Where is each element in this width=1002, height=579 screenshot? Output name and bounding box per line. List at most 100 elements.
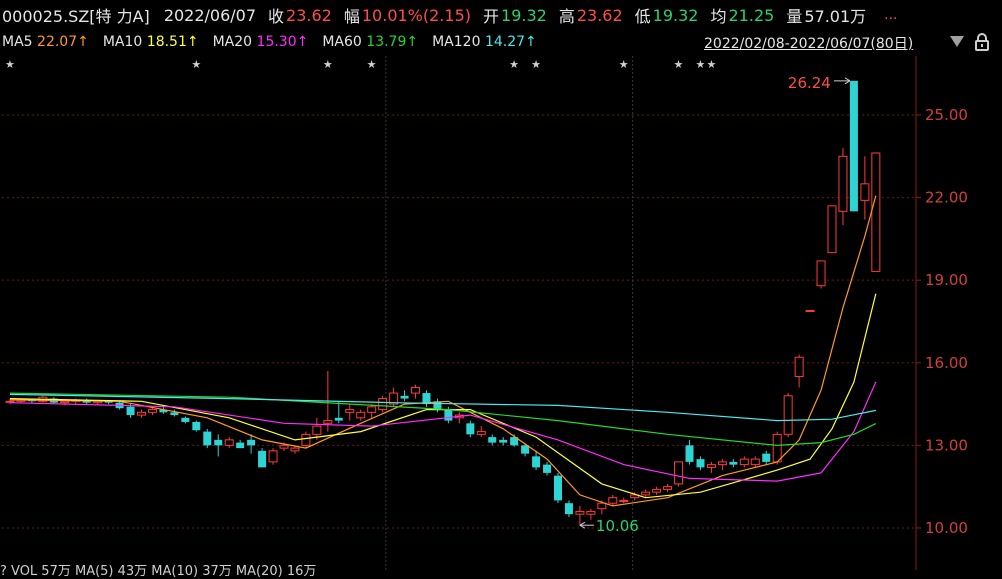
candle-body-down[interactable] <box>554 475 562 501</box>
event-star-icon[interactable]: ★ <box>5 58 15 71</box>
volume-value: 57.01万 <box>804 7 867 26</box>
ma5-legend[interactable]: MA5 22.07↑ <box>2 34 89 50</box>
candle-body-up[interactable] <box>794 356 804 378</box>
low-value: 19.32 <box>652 5 699 25</box>
lock-icon[interactable] <box>974 33 990 51</box>
candle-body-up[interactable] <box>805 309 815 312</box>
candle-body-up[interactable] <box>301 433 311 446</box>
candle-body-down[interactable] <box>564 503 573 515</box>
candle-body-down[interactable] <box>466 423 475 435</box>
candle-body-up[interactable] <box>816 260 826 287</box>
candle-body-up[interactable] <box>137 411 147 416</box>
candle-body-up[interactable] <box>367 406 377 413</box>
candle-body-down[interactable] <box>488 437 497 443</box>
more-menu-button[interactable]: ... <box>884 7 897 23</box>
candle-body-up[interactable] <box>772 433 782 463</box>
quote-date: 2022/06/07 <box>163 5 257 25</box>
candle-body-up[interactable] <box>586 510 596 515</box>
candle-body-up[interactable] <box>476 431 486 435</box>
candle-body-up[interactable] <box>290 447 300 452</box>
candle-body-down[interactable] <box>543 464 552 473</box>
candle-body-up[interactable] <box>5 400 15 403</box>
candle-body-down[interactable] <box>258 450 267 468</box>
ma20-legend[interactable]: MA20 15.30↑ <box>213 34 309 50</box>
y-tick-label: 22.00 <box>925 189 968 207</box>
y-tick-label: 10.00 <box>925 519 968 537</box>
candle-body-down[interactable] <box>247 439 256 446</box>
candle-body-up[interactable] <box>323 420 333 424</box>
candle-body-up[interactable] <box>356 411 366 419</box>
candle-body-up[interactable] <box>717 461 727 466</box>
candle-body-up[interactable] <box>641 491 651 496</box>
event-star-icon[interactable]: ★ <box>367 58 377 71</box>
candle-body-down[interactable] <box>729 461 738 465</box>
event-star-icon[interactable]: ★ <box>706 58 716 71</box>
high-value: 23.62 <box>576 5 623 25</box>
candle-body-up[interactable] <box>378 398 388 411</box>
candle-body-up[interactable] <box>268 450 278 463</box>
close-value: 23.62 <box>286 5 332 25</box>
candle-body-down[interactable] <box>696 459 705 468</box>
open-value: 19.32 <box>501 5 547 25</box>
volume-indicator-bar: ? VOL 57万 MA(5) 43万 MA(10) 37万 MA(20) 16… <box>0 560 320 579</box>
y-tick-label: 13.00 <box>925 436 968 454</box>
candle-body-up[interactable] <box>279 444 289 449</box>
candle-body-down[interactable] <box>334 417 343 421</box>
ma10-legend[interactable]: MA10 18.51↑ <box>103 34 199 50</box>
candle-body-down[interactable] <box>400 395 409 399</box>
candle-body-up[interactable] <box>597 502 607 510</box>
candle-body-up[interactable] <box>750 458 760 466</box>
event-star-icon[interactable]: ★ <box>531 58 541 71</box>
ma120-legend[interactable]: MA120 14.27↑ <box>432 34 537 50</box>
candle-body-up[interactable] <box>652 488 662 493</box>
candle-body-down[interactable] <box>181 417 190 422</box>
candle-body-down[interactable] <box>499 439 508 443</box>
candle-body-up[interactable] <box>674 461 684 485</box>
candle-body-up[interactable] <box>619 499 629 502</box>
candle-body-up[interactable] <box>224 439 234 446</box>
event-star-icon[interactable]: ★ <box>191 58 201 71</box>
candle-body-up[interactable] <box>312 425 322 435</box>
candle-body-up[interactable] <box>783 395 793 435</box>
candle-body-up[interactable] <box>575 510 585 515</box>
date-range-selector[interactable]: 2022/02/08-2022/06/07(80日) <box>704 33 913 53</box>
candle-body-up[interactable] <box>860 183 870 201</box>
candle-body-up[interactable] <box>345 409 355 413</box>
candle-body-up[interactable] <box>60 400 70 404</box>
event-star-icon[interactable]: ★ <box>695 58 705 71</box>
close-label: 收 <box>268 7 285 26</box>
dropdown-arrow-icon[interactable] <box>950 36 964 47</box>
volume-indicator-text: ? VOL 57万 MA(5) 43万 MA(10) 37万 MA(20) 16… <box>0 564 317 579</box>
avg-value: 21.25 <box>728 5 775 25</box>
candle-body-down[interactable] <box>236 442 245 449</box>
candle-body-down[interactable] <box>444 409 453 421</box>
candlestick-chart[interactable]: ★ ★ ★ ★ ★ ★ ★ ★ ★ ★ 25.0022.0019.0016.0013.0010.0… <box>0 56 1002 570</box>
candle-body-down[interactable] <box>685 445 694 462</box>
candle-body-down[interactable] <box>203 431 212 446</box>
candle-body-up[interactable] <box>838 155 848 212</box>
candle-body-up[interactable] <box>739 458 749 466</box>
high-label: 高 <box>558 7 575 26</box>
high-price-label: 26.24 <box>788 74 831 92</box>
candle-body-down[interactable] <box>762 453 771 462</box>
event-star-icon[interactable]: ★ <box>674 58 684 71</box>
candle-body-down[interactable] <box>214 439 223 446</box>
quote-header: 000025.SZ[特 力A] 2022/06/07 收 23.62 幅 10.01… <box>0 0 1002 30</box>
candle-body-up[interactable] <box>706 464 716 468</box>
candle-body-down[interactable] <box>849 80 858 212</box>
candle-body-up[interactable] <box>663 486 673 490</box>
event-star-icon[interactable]: ★ <box>323 58 333 71</box>
candle-body-up[interactable] <box>608 497 618 504</box>
low-price-label: 10.06 <box>596 517 639 535</box>
event-star-icon[interactable]: ★ <box>509 58 519 71</box>
candle-body-up[interactable] <box>871 152 881 272</box>
ma60-legend[interactable]: MA60 13.79↑ <box>322 34 418 50</box>
candle-body-down[interactable] <box>192 421 201 431</box>
candle-body-up[interactable] <box>827 205 837 254</box>
candle-body-up[interactable] <box>411 387 421 394</box>
stock-symbol[interactable]: 000025.SZ[特 力A] <box>2 3 150 27</box>
candle-body-down[interactable] <box>126 406 135 416</box>
candle-body-down[interactable] <box>532 456 541 468</box>
event-star-icon[interactable]: ★ <box>619 58 629 71</box>
candle-body-up[interactable] <box>147 409 157 413</box>
